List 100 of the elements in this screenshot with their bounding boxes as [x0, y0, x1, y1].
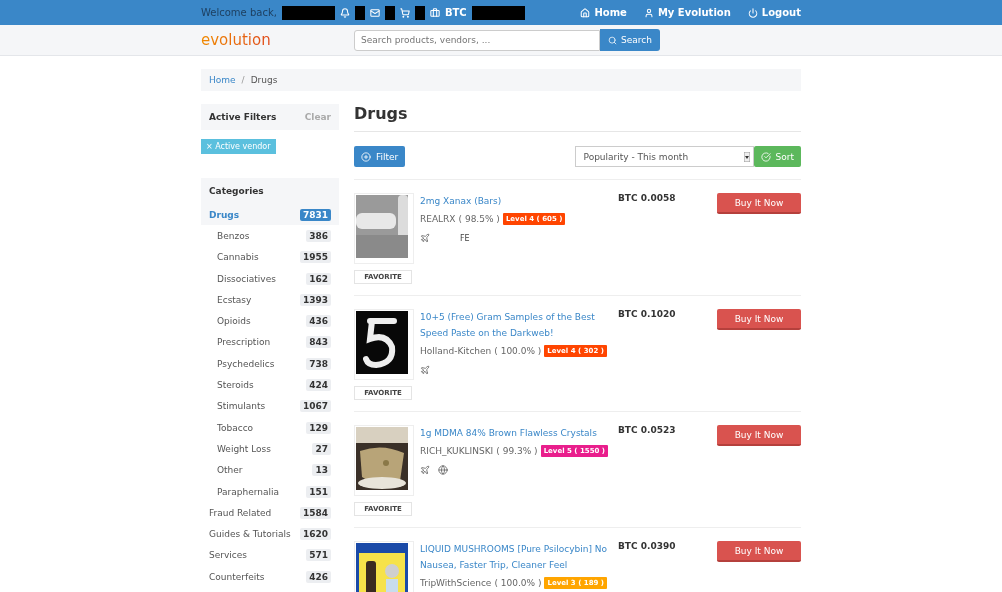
mail-icon[interactable] — [369, 7, 380, 18]
category-item[interactable]: Other 13 — [201, 459, 339, 481]
page-title: Drugs — [354, 104, 801, 132]
welcome-text: Welcome back, — [201, 7, 277, 18]
category-count: 843 — [306, 336, 331, 349]
category-item[interactable]: Opioids 436 — [201, 310, 339, 332]
category-count: 386 — [306, 229, 331, 242]
search-button[interactable]: Search — [600, 29, 660, 51]
power-icon — [747, 7, 758, 18]
product-thumbnail[interactable] — [354, 425, 414, 496]
filter-button[interactable]: Filter — [354, 146, 406, 167]
category-label: Steroids — [217, 380, 254, 390]
redaction-bar — [471, 5, 525, 20]
buy-button[interactable]: Buy It Now — [717, 193, 801, 214]
search-icon — [608, 35, 617, 45]
category-item[interactable]: Fraud Related 1584 — [201, 502, 339, 524]
redaction-bar — [354, 5, 365, 20]
category-count: 436 — [306, 315, 331, 328]
home-icon — [580, 7, 591, 18]
category-label: Dissociatives — [217, 273, 276, 284]
product-title[interactable]: LIQUID MUSHROOMS [Pure Psilocybin] No Nausea, Faster Trip, Cleaner Feel — [420, 541, 610, 573]
plus-icon — [361, 151, 371, 162]
user-icon — [643, 7, 654, 18]
vendor-name[interactable]: Holland-Kitchen — [420, 346, 492, 356]
category-item[interactable]: Paraphernalia 151 — [201, 480, 339, 503]
category-item[interactable]: Cannabis 1955 — [201, 246, 339, 268]
product-title[interactable]: 1g MDMA 84% Brown Flawless Crystals — [420, 425, 610, 441]
category-count: 7831 — [299, 208, 331, 221]
category-label: Paraphernalia — [217, 486, 279, 497]
check-icon — [760, 151, 771, 162]
product-thumbnail[interactable] — [354, 193, 414, 264]
category-count: 738 — [306, 357, 331, 370]
category-label: Tobacco — [217, 422, 254, 433]
category-item[interactable]: Psychedelics 738 — [201, 353, 339, 375]
search-field[interactable]: Search products, vendors, ... — [354, 29, 600, 51]
vendor-rating: ( 100.0% ) — [494, 346, 542, 356]
vendor-name[interactable]: RICH_KUKLINSKI — [420, 446, 494, 456]
category-label: Fraud Related — [209, 507, 272, 518]
category-item[interactable]: Drugs 7831 — [201, 204, 339, 226]
bell-icon[interactable] — [339, 7, 350, 18]
category-label: Guides & Tutorials — [209, 529, 291, 540]
product-thumbnail[interactable] — [354, 541, 414, 592]
category-item[interactable]: Ecstasy 1393 — [201, 289, 339, 311]
currency-label: BTC — [444, 7, 467, 18]
vendor-name[interactable]: REALRX — [420, 214, 456, 224]
briefcase-icon — [429, 7, 440, 18]
category-item[interactable]: Prescription 843 — [201, 331, 339, 354]
product-title[interactable]: 2mg Xanax (Bars) — [420, 193, 610, 209]
category-count: 27 — [312, 442, 331, 455]
redaction-bar — [384, 5, 395, 20]
category-count: 129 — [306, 421, 331, 434]
vendor-rating: ( 99.3% ) — [496, 446, 538, 456]
category-item[interactable]: Counterfeits 426 — [201, 566, 339, 588]
category-label: Counterfeits — [209, 571, 265, 582]
current-page-label: Drugs — [250, 75, 278, 85]
buy-button[interactable]: Buy It Now — [717, 541, 801, 562]
category-label: Other — [217, 465, 243, 476]
category-label: Weight Loss — [217, 443, 271, 454]
cart-icon[interactable] — [399, 7, 410, 18]
category-label: Psychedelics — [217, 358, 275, 369]
product-title[interactable]: 10+5 (Free) Gram Samples of the Best Speed Paste on the Darkweb! — [420, 309, 610, 341]
category-count: 13 — [312, 464, 331, 477]
vendor-name[interactable]: TripWithScience — [420, 578, 492, 588]
category-label: Prescription — [217, 337, 271, 348]
product-price: BTC 0.0390 — [618, 541, 677, 553]
category-item[interactable]: Weight Loss 27 — [201, 438, 339, 460]
plane-icon — [420, 365, 430, 375]
category-count: 424 — [306, 379, 331, 391]
category-label: Benzos — [217, 230, 250, 241]
category-count: 1955 — [299, 251, 331, 264]
nav-link[interactable]: Logout — [747, 7, 801, 18]
category-count: 426 — [306, 570, 331, 583]
breadcrumb-link[interactable]: Home — [209, 75, 236, 85]
nav-link[interactable]: Home — [580, 7, 627, 18]
category-count: 1067 — [299, 400, 331, 413]
category-item[interactable]: Benzos 386 — [201, 225, 339, 247]
category-item[interactable]: Dissociatives 162 — [201, 267, 339, 290]
sort-select[interactable]: Popularity - This month — [574, 146, 754, 167]
category-count: 1620 — [299, 528, 331, 541]
category-label: Stimulants — [217, 401, 266, 412]
category-count: 1393 — [299, 293, 331, 306]
product-thumbnail[interactable] — [354, 309, 414, 380]
category-item[interactable]: Services 571 — [201, 544, 339, 567]
product-price: BTC 0.1020 — [618, 309, 677, 321]
category-count: 162 — [306, 272, 331, 285]
category-label: Ecstasy — [217, 294, 252, 305]
breadcrumb-separator: / — [241, 75, 245, 85]
category-item[interactable]: Guides & Tutorials 1620 — [201, 523, 339, 545]
buy-button[interactable]: Buy It Now — [717, 425, 801, 446]
category-item[interactable]: Stimulants 1067 — [201, 395, 339, 417]
buy-button[interactable]: Buy It Now — [717, 309, 801, 330]
plane-icon — [420, 465, 430, 475]
category-item[interactable]: Tobacco 129 — [201, 416, 339, 439]
category-label: Opioids — [217, 316, 251, 327]
redaction-bar — [281, 5, 335, 20]
category-count: 1584 — [299, 506, 331, 519]
categories-title: Categories — [209, 186, 264, 196]
category-label: Cannabis — [217, 252, 259, 263]
category-item[interactable]: Steroids 424 — [201, 374, 339, 396]
nav-link[interactable]: My Evolution — [643, 7, 731, 18]
